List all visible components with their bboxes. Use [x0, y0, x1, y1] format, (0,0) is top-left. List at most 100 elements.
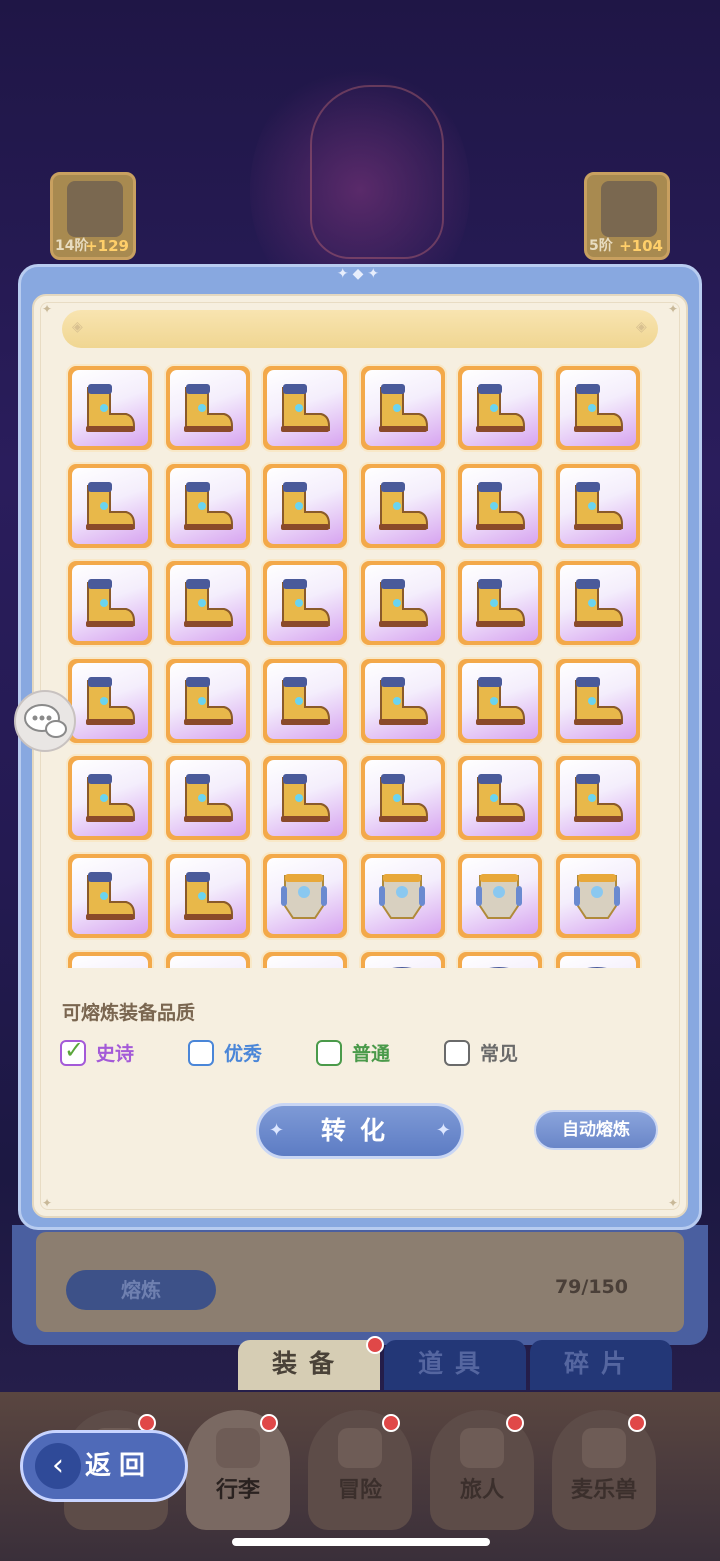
equipment-cell[interactable] [66, 754, 154, 843]
chat-button[interactable] [14, 690, 76, 752]
equipment-cell[interactable] [163, 656, 252, 745]
equipment-cell[interactable] [261, 656, 350, 745]
equipment-cell[interactable] [163, 852, 252, 940]
notification-dot [260, 1414, 278, 1432]
boots-icon [574, 676, 623, 725]
equipment-cell[interactable] [261, 754, 350, 843]
equipment-cell[interactable] [358, 852, 447, 940]
boots-icon [378, 481, 428, 530]
boots-icon [281, 579, 331, 628]
equipment-cell[interactable] [456, 852, 545, 940]
corner-ornament-icon: ✦ [42, 1196, 53, 1210]
checkbox[interactable]: ✓ [60, 1036, 86, 1066]
equipment-cell[interactable] [261, 461, 350, 550]
equipment-cell[interactable] [554, 559, 642, 648]
ring-icon [178, 964, 236, 968]
boots-icon [574, 384, 623, 432]
boots-icon [183, 774, 233, 823]
equipment-cell[interactable] [456, 949, 545, 968]
boots-icon [378, 774, 428, 823]
modal-ornament-icon: ✦◆✦ [336, 266, 384, 282]
corner-ornament-icon: ✦ [668, 1196, 679, 1210]
character-icon [460, 1428, 504, 1468]
quality-label: 可熔炼装备品质 [62, 1002, 196, 1024]
home-indicator[interactable] [232, 1538, 490, 1546]
equipment-cell[interactable] [456, 754, 545, 843]
tab-equipment[interactable]: 装备 [238, 1340, 380, 1390]
equipment-cell[interactable] [261, 852, 350, 940]
equipment-cell[interactable] [358, 754, 447, 843]
back-button[interactable]: ‹ 返回 [20, 1430, 188, 1502]
equipment-cell[interactable] [261, 364, 350, 452]
corner-ornament-icon: ✦ [42, 302, 53, 316]
gloves-icon [585, 966, 609, 968]
equipment-cell[interactable] [66, 852, 154, 940]
notification-dot [382, 1414, 400, 1432]
smelt-button[interactable]: 熔炼 [66, 1270, 216, 1310]
boots-icon [476, 579, 526, 628]
boots-icon [281, 774, 331, 823]
equipment-cell[interactable] [66, 461, 154, 550]
boots-icon [378, 579, 428, 628]
armor-icon [574, 874, 620, 919]
boots-icon [574, 774, 623, 823]
boots-icon [281, 481, 331, 530]
tab-items[interactable]: 道具 [384, 1340, 526, 1390]
equipment-cell[interactable] [456, 364, 545, 452]
equipment-cell[interactable] [554, 364, 642, 452]
modal-banner: ◈ ◈ [62, 310, 658, 348]
equipment-cell[interactable] [66, 949, 154, 968]
equipment-cell[interactable] [554, 754, 642, 843]
boots-icon [281, 676, 331, 725]
boots-icon [86, 384, 135, 432]
check-icon: ✓ [64, 1036, 85, 1064]
gloves-icon [390, 966, 414, 968]
diamond-icon: ◈ [72, 319, 83, 335]
boots-icon [86, 481, 135, 530]
convert-button[interactable]: ✦ 转化 ✦ [256, 1103, 464, 1159]
quality-option-label: 优秀 [224, 1043, 263, 1065]
tab-fragments[interactable]: 碎片 [530, 1340, 672, 1390]
equipment-cell[interactable] [163, 461, 252, 550]
staff-icon [67, 181, 123, 237]
notification-dot [628, 1414, 646, 1432]
equipment-cell[interactable] [456, 656, 545, 745]
equipment-cell[interactable] [358, 559, 447, 648]
equipment-cell[interactable] [358, 656, 447, 745]
notification-dot [366, 1336, 384, 1354]
equipment-cell[interactable] [261, 559, 350, 648]
equipment-cell[interactable] [163, 949, 252, 968]
equipped-helmet-slot[interactable]: 5阶 +104 [584, 172, 670, 260]
equipment-cell[interactable] [456, 559, 545, 648]
checkbox[interactable] [444, 1040, 470, 1066]
equipment-cell[interactable] [554, 461, 642, 550]
equipment-cell[interactable] [66, 364, 154, 452]
equipment-cell[interactable] [456, 461, 545, 550]
equipment-cell[interactable] [554, 852, 642, 940]
auto-smelt-button[interactable]: 自动熔炼 [534, 1110, 658, 1150]
nav-label: 旅人 [459, 1478, 504, 1503]
checkbox[interactable] [188, 1040, 214, 1066]
equipment-cell[interactable] [261, 949, 350, 968]
equipment-cell[interactable] [163, 364, 252, 452]
equipment-grid[interactable] [66, 364, 656, 968]
boots-icon [378, 676, 428, 725]
equipment-cell[interactable] [66, 559, 154, 648]
boots-icon [378, 384, 428, 432]
equipment-cell[interactable] [66, 656, 154, 745]
equipment-cell[interactable] [358, 949, 447, 968]
quality-option-label: 常见 [480, 1043, 519, 1065]
boots-icon [183, 872, 233, 920]
equipped-weapon-slot[interactable]: 14阶 +129 [50, 172, 136, 260]
boots-icon [476, 774, 526, 823]
equipment-cell[interactable] [554, 949, 642, 968]
equipment-cell[interactable] [163, 559, 252, 648]
boots-icon [476, 676, 526, 725]
equipment-cell[interactable] [358, 364, 447, 452]
checkbox[interactable] [316, 1040, 342, 1066]
boots-icon [574, 579, 623, 628]
equipment-cell[interactable] [163, 754, 252, 843]
equipment-cell[interactable] [554, 656, 642, 745]
quality-option-label: 普通 [352, 1043, 391, 1065]
equipment-cell[interactable] [358, 461, 447, 550]
